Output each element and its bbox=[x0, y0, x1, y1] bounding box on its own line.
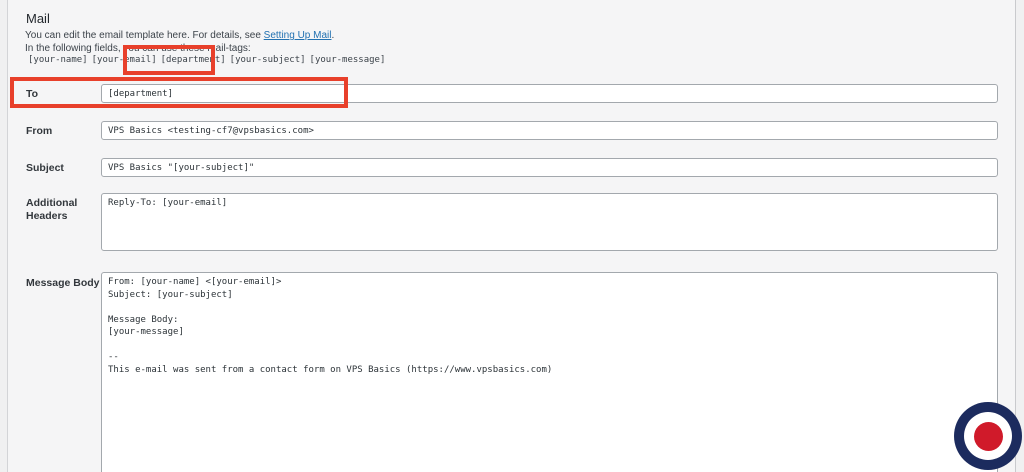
mail-tag-your-subject: [your-subject] bbox=[230, 55, 306, 65]
mail-settings-panel: Mail You can edit the email template her… bbox=[7, 0, 1016, 472]
bullseye-red-center bbox=[974, 422, 1003, 451]
page: { "panel": { "title": "Mail" }, "descrip… bbox=[0, 0, 1024, 472]
bullseye-white-ring bbox=[964, 412, 1012, 460]
description-line-2: In the following fields, you can use the… bbox=[25, 43, 251, 54]
subject-field-label: Subject bbox=[26, 162, 64, 175]
description-text: You can edit the email template here. Fo… bbox=[25, 30, 264, 41]
mail-tags-list: [your-name] [your-email] [department] [your… bbox=[28, 55, 389, 65]
message-body-field-label: Message Body bbox=[26, 277, 100, 290]
from-field-input[interactable] bbox=[101, 121, 998, 140]
message-body-textarea[interactable]: From: [your-name] <[your-email]> Subject… bbox=[101, 272, 998, 472]
from-field-label: From bbox=[26, 125, 52, 138]
subject-field-input[interactable] bbox=[101, 158, 998, 177]
setting-up-mail-link[interactable]: Setting Up Mail bbox=[264, 30, 332, 41]
description-period: . bbox=[331, 30, 334, 41]
additional-headers-textarea[interactable]: Reply-To: [your-email] bbox=[101, 193, 998, 251]
mail-tag-your-name: [your-name] bbox=[28, 55, 88, 65]
bullseye-logo bbox=[954, 402, 1022, 470]
to-field-label: To bbox=[26, 88, 38, 101]
mail-tag-your-message: [your-message] bbox=[310, 55, 386, 65]
mail-tag-department: [department] bbox=[161, 55, 226, 65]
to-field-input[interactable] bbox=[101, 84, 998, 103]
description-line-1: You can edit the email template here. Fo… bbox=[25, 30, 334, 41]
mail-tag-your-email: [your-email] bbox=[92, 55, 157, 65]
panel-title: Mail bbox=[26, 11, 50, 26]
additional-headers-field-label: Additional Headers bbox=[26, 197, 80, 223]
